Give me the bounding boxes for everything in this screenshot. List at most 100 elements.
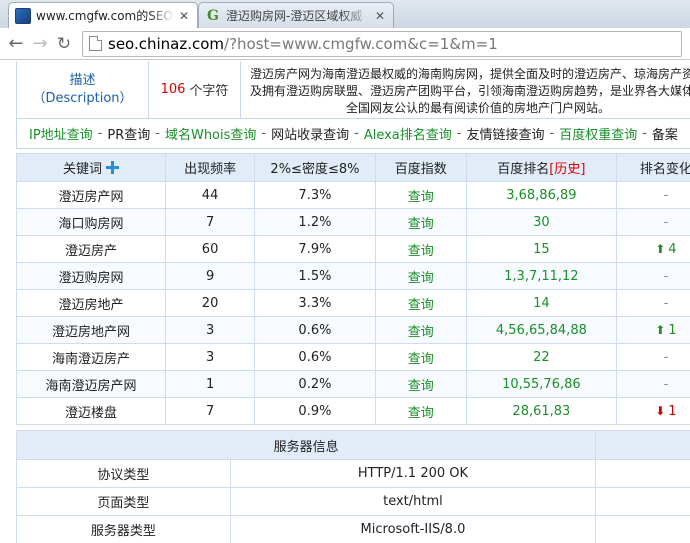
quick-link[interactable]: Alexa排名查询 [364, 124, 452, 143]
quick-link[interactable]: 友情链接查询 [466, 124, 544, 143]
quick-link[interactable]: 百度权重查询 [559, 124, 637, 143]
keyword-table: 关键词 出现频率 2%≤密度≤8% 百度指数 百度排名[历史] 排名变化 澄迈房… [16, 153, 690, 425]
tab-inactive[interactable]: G 澄迈购房网-澄迈区域权威 ✕ [198, 2, 394, 28]
tab-active[interactable]: www.cmgfw.com的SEO综 ✕ [8, 2, 198, 28]
back-arrow-icon[interactable]: ← [4, 32, 28, 56]
table-row: 协议类型 HTTP/1.1 200 OK [16, 459, 690, 488]
close-icon[interactable]: ✕ [179, 9, 191, 23]
server-info-extra-header [595, 430, 690, 460]
cell-frequency: 44 [164, 181, 256, 209]
cell-baidu-index: 查询 [374, 316, 467, 344]
cell-frequency: 3 [164, 343, 256, 371]
quick-link[interactable]: PR查询 [107, 124, 150, 143]
cell-baidu-index: 查询 [374, 208, 467, 236]
rank-links[interactable]: 28,61,83 [512, 404, 570, 419]
rank-links[interactable]: 22 [533, 350, 550, 365]
link-separator: - [155, 126, 160, 141]
page-icon [89, 36, 102, 51]
cell-density: 7.3% [254, 181, 376, 209]
quick-link[interactable]: 网站收录查询 [271, 124, 349, 143]
cell-density: 3.3% [254, 289, 376, 317]
arrow-down-icon: ⬇ [655, 403, 666, 418]
cell-baidu-index: 查询 [374, 235, 467, 263]
cell-frequency: 7 [164, 397, 256, 425]
cell-density: 1.2% [254, 208, 376, 236]
cell-rank-change: ⬇ 1 [615, 397, 690, 425]
keyword-table-header: 关键词 出现频率 2%≤密度≤8% 百度指数 百度排名[历史] 排名变化 [16, 153, 690, 182]
cell-baidu-index: 查询 [374, 397, 467, 425]
cell-baidu-rank: 15 [465, 235, 617, 263]
description-char-count: 106 个字符 [149, 61, 241, 118]
rank-links[interactable]: 10,55,76,86 [502, 377, 581, 392]
cell-frequency: 9 [164, 262, 256, 290]
cell-baidu-index: 查询 [374, 181, 467, 209]
query-link[interactable]: 查询 [408, 244, 434, 259]
server-info-label: 协议类型 [16, 459, 231, 488]
cell-baidu-rank: 14 [465, 289, 617, 317]
query-link[interactable]: 查询 [408, 190, 434, 205]
rank-change-value: 1 [668, 322, 677, 338]
cell-density: 0.6% [254, 343, 376, 371]
cell-density: 0.2% [254, 370, 376, 398]
rank-links[interactable]: 15 [533, 242, 550, 257]
query-link[interactable]: 查询 [408, 406, 434, 421]
browser-toolbar: ← → ↻ seo.chinaz.com/?host=www.cmgfw.com… [0, 28, 690, 60]
query-link[interactable]: 查询 [408, 271, 434, 286]
rank-change-value: 1 [668, 403, 677, 419]
query-link[interactable]: 查询 [408, 379, 434, 394]
col-baidu-rank-label: 百度排名 [497, 162, 550, 177]
cell-rank-change: - [615, 262, 690, 290]
cell-baidu-index: 查询 [374, 370, 467, 398]
rank-links[interactable]: 4,56,65,84,88 [496, 323, 587, 338]
rank-change-value: 4 [668, 241, 677, 257]
rank-change-value: - [663, 295, 669, 311]
quick-link[interactable]: 备案 [652, 124, 678, 143]
col-density: 2%≤密度≤8% [254, 153, 376, 182]
address-bar[interactable]: seo.chinaz.com/?host=www.cmgfw.com&c=1&m… [82, 30, 682, 57]
cell-frequency: 7 [164, 208, 256, 236]
query-link[interactable]: 查询 [408, 217, 434, 232]
cell-frequency: 1 [164, 370, 256, 398]
cell-rank-change: - [615, 370, 690, 398]
quick-link[interactable]: IP地址查询 [29, 124, 93, 143]
quick-link[interactable]: 域名Whois查询 [165, 124, 256, 143]
rank-change-value: - [663, 349, 669, 365]
description-label-en: （Description） [32, 90, 133, 106]
cell-keyword: 澄迈房地产 [16, 289, 166, 317]
rank-links[interactable]: 3,68,86,89 [506, 188, 576, 203]
table-row: 澄迈购房网 9 1.5% 查询 1,3,7,11,12 - [16, 262, 690, 290]
server-info-table: 服务器信息 协议类型 HTTP/1.1 200 OK 页面类型 text/html 服务… [15, 430, 690, 543]
cell-baidu-index: 查询 [374, 289, 467, 317]
link-separator: - [354, 126, 359, 141]
history-link[interactable]: [历史] [549, 162, 585, 177]
query-link[interactable]: 查询 [408, 298, 434, 313]
cell-baidu-rank: 3,68,86,89 [465, 181, 617, 209]
tab-title: 澄迈购房网-澄迈区域权威 [226, 9, 363, 23]
cell-keyword: 澄迈房地产网 [16, 316, 166, 344]
description-text: 澄迈房产网为海南澄迈最权威的海南购房网，提供全面及时的澄迈房产、琼海房产资料及拥… [249, 67, 690, 115]
cell-baidu-rank: 28,61,83 [465, 397, 617, 425]
rank-links[interactable]: 1,3,7,11,12 [504, 269, 578, 284]
rank-links[interactable]: 14 [533, 296, 550, 311]
page-content: 描述 （Description） 106 个字符 澄迈房产网为海南澄迈最权威的海… [0, 61, 690, 543]
cell-baidu-rank: 1,3,7,11,12 [465, 262, 617, 290]
link-separator: - [642, 126, 647, 141]
query-link[interactable]: 查询 [408, 325, 434, 340]
server-info-extra [595, 459, 690, 488]
query-link[interactable]: 查询 [408, 352, 434, 367]
plus-icon[interactable] [105, 161, 119, 174]
rank-links[interactable]: 30 [533, 215, 550, 230]
cell-density: 0.9% [254, 397, 376, 425]
cell-baidu-rank: 22 [465, 343, 617, 371]
reload-icon[interactable]: ↻ [52, 32, 76, 56]
cell-keyword: 海口购房网 [16, 208, 166, 236]
tab-bar: www.cmgfw.com的SEO综 ✕ G 澄迈购房网-澄迈区域权威 ✕ [0, 0, 690, 28]
server-info-value: HTTP/1.1 200 OK [229, 459, 597, 488]
forward-arrow-icon[interactable]: → [28, 32, 52, 56]
col-baidu-index: 百度指数 [374, 153, 467, 182]
site-favicon-icon [15, 7, 31, 24]
cell-density: 1.5% [254, 262, 376, 290]
close-icon[interactable]: ✕ [375, 9, 387, 23]
url-path: /?host=www.cmgfw.com&c=1&m=1 [224, 34, 498, 53]
cell-rank-change: ⬆ 1 [615, 316, 690, 344]
